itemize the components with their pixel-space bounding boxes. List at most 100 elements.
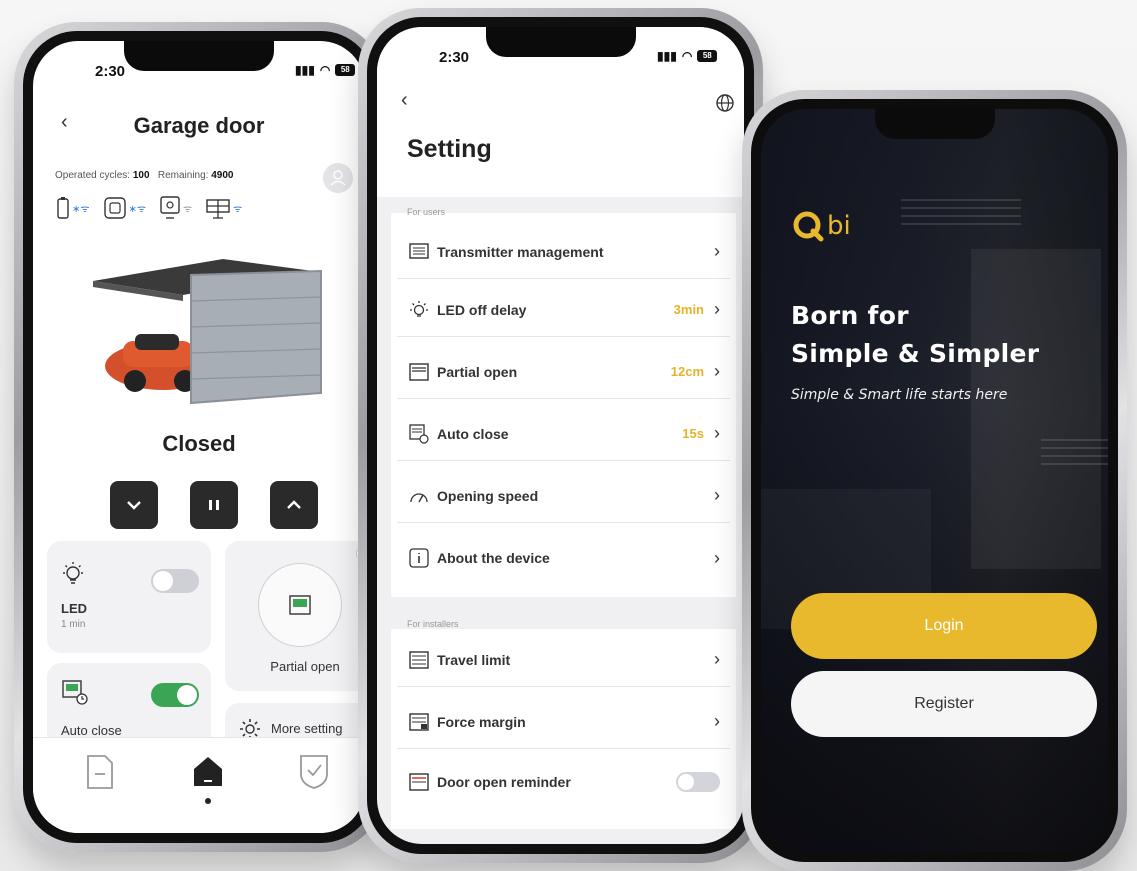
device-solar: ᯤ — [206, 197, 242, 219]
cycles-info: Operated cycles: 100 Remaining: 4900 — [55, 170, 233, 181]
page-title: Setting — [407, 135, 492, 163]
garage-illustration — [93, 259, 322, 405]
cycles-value: 100 — [132, 170, 150, 181]
row-label: Door open reminder — [437, 774, 571, 790]
row-label: Travel limit — [437, 651, 511, 668]
notch — [874, 109, 995, 139]
led-label: LED — [61, 601, 87, 616]
login-screen: bi Born for Simple & Simpler Simple & Sm… — [761, 109, 1108, 852]
row-force-margin[interactable]: Force margin › — [397, 695, 730, 749]
page-title: Garage door — [133, 113, 265, 138]
row-label: Auto close — [437, 425, 509, 442]
wifi-icon: ◠ — [319, 63, 331, 77]
settings-screen: 2:30 ▮▮▮ ◠ 58 ‹ Setting For users Transm… — [377, 27, 744, 844]
section-label-installers: For installers — [407, 619, 459, 629]
row-led-off-delay[interactable]: LED off delay 3min › — [397, 283, 730, 337]
status-time: 2:30 — [95, 63, 126, 80]
phone-bezel: bi Born for Simple & Simpler Simple & Sm… — [751, 99, 1118, 862]
row-transmitter-management[interactable]: Transmitter management › — [397, 225, 730, 279]
globe-icon[interactable] — [715, 93, 735, 113]
chevron-up-icon — [287, 500, 301, 509]
back-icon[interactable]: ‹ — [401, 89, 408, 112]
logo-text: bi — [827, 211, 851, 241]
home-icon[interactable] — [191, 754, 225, 788]
signal-icon: ▮▮▮ — [657, 49, 677, 63]
partial-open-button[interactable] — [258, 563, 342, 647]
share-icon[interactable] — [323, 163, 353, 193]
device-remote: ∗ᯤ — [57, 197, 90, 219]
row-label: Transmitter management — [437, 243, 604, 260]
background-slat — [901, 207, 1021, 209]
partial-open-label: Partial open — [270, 659, 340, 674]
close-door-button[interactable] — [110, 481, 158, 529]
remaining-label: Remaining: — [157, 170, 209, 181]
wifi-icon: ◠ — [681, 49, 693, 63]
status-time: 2:30 — [439, 49, 470, 66]
sensor-icon — [160, 196, 180, 219]
wifi-icon: ᯤ — [183, 204, 193, 215]
signal-icon: ▮▮▮ — [295, 63, 315, 77]
wifi-icon: ᯤ — [233, 204, 243, 215]
notch — [485, 27, 636, 57]
device-hub: ∗ᯤ — [103, 197, 147, 219]
chevron-right-icon: › — [714, 711, 720, 731]
partial-open-icon — [409, 362, 429, 382]
row-value: 15s — [682, 426, 704, 441]
cycles-label: Operated cycles: — [55, 170, 131, 181]
register-button[interactable]: Register — [791, 671, 1097, 737]
document-icon[interactable] — [85, 754, 115, 790]
row-label: About the device — [437, 550, 550, 566]
background-slat — [901, 223, 1021, 225]
led-duration: 1 min — [61, 619, 86, 630]
background-slat — [901, 199, 1021, 201]
notch — [124, 41, 274, 71]
bulb-icon — [409, 300, 429, 320]
chevron-right-icon: › — [714, 547, 720, 568]
led-toggle[interactable] — [151, 569, 199, 593]
phone-settings: 2:30 ▮▮▮ ◠ 58 ‹ Setting For users Transm… — [358, 8, 763, 863]
row-auto-close[interactable]: Auto close 15s › — [397, 407, 730, 461]
more-setting-label: More setting — [271, 721, 343, 736]
shield-check-icon[interactable] — [297, 752, 331, 790]
background-building — [971, 249, 1101, 569]
row-travel-limit[interactable]: Travel limit › — [397, 633, 730, 687]
bluetooth-wifi-icon: ∗ᯤ — [128, 204, 147, 215]
headline-line-1: Born for — [791, 301, 909, 330]
chevron-right-icon: › — [714, 649, 720, 669]
force-margin-icon — [409, 712, 429, 732]
garage-door-screen: 2:30 ▮▮▮ ◠ 58 ‹ Garage door Operated cyc… — [33, 41, 365, 833]
phone-bezel: 2:30 ▮▮▮ ◠ 58 ‹ Garage door Operated cyc… — [23, 31, 375, 843]
chevron-right-icon: › — [714, 241, 720, 261]
led-tile[interactable]: LED 1 min — [47, 541, 211, 653]
row-door-open-reminder[interactable]: Door open reminder — [397, 755, 730, 809]
row-label: LED off delay — [437, 301, 527, 318]
device-sensor: ᯤ — [160, 196, 192, 220]
qbi-logo: bi — [791, 209, 851, 243]
auto-close-toggle[interactable] — [151, 683, 199, 707]
background-slat — [1041, 463, 1108, 465]
bluetooth-wifi-icon: ∗ᯤ — [72, 204, 90, 215]
background-slat — [1041, 455, 1108, 457]
pause-icon — [209, 500, 219, 510]
row-opening-speed[interactable]: Opening speed › — [397, 469, 730, 523]
phone-login: bi Born for Simple & Simpler Simple & Sm… — [742, 90, 1127, 871]
login-button[interactable]: Login — [791, 593, 1097, 659]
pause-door-button[interactable] — [190, 481, 238, 529]
bottom-nav — [33, 737, 365, 833]
row-partial-open[interactable]: Partial open 12cm › — [397, 345, 730, 399]
transmitter-icon — [409, 242, 429, 262]
door-open-reminder-toggle[interactable] — [676, 772, 720, 792]
device-status-row: ∗ᯤ ∗ᯤ ᯤ ᯤ — [57, 196, 242, 220]
reminder-icon — [409, 772, 429, 792]
background-slat — [1041, 447, 1108, 449]
row-about-device[interactable]: About the device › — [397, 531, 730, 585]
chevron-down-icon — [127, 501, 141, 510]
status-icons: ▮▮▮ ◠ 58 — [295, 63, 356, 77]
open-door-button[interactable] — [270, 481, 318, 529]
phone-bezel: 2:30 ▮▮▮ ◠ 58 ‹ Setting For users Transm… — [367, 17, 754, 854]
partial-open-tile[interactable]: 60cm Partial open — [225, 541, 365, 691]
travel-limit-icon — [409, 650, 429, 670]
auto-close-icon — [62, 680, 88, 705]
logo-mark-icon — [793, 211, 824, 242]
headline-line-2: Simple & Simpler — [791, 339, 1040, 368]
